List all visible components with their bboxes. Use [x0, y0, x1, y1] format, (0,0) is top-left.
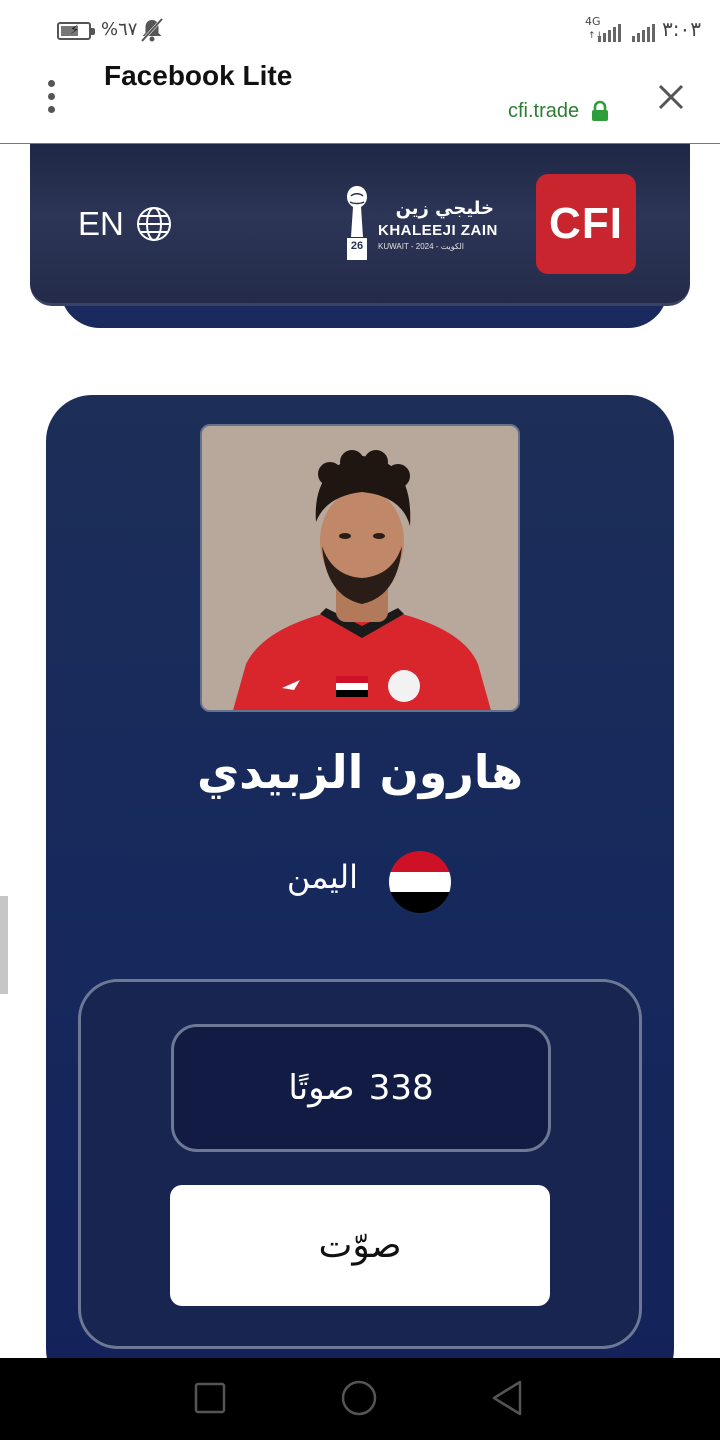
- signal-icon: [632, 22, 655, 42]
- home-icon[interactable]: [337, 1376, 381, 1420]
- scroll-handle[interactable]: [0, 896, 8, 994]
- screen: ⚡ %٦٧ 4G ↑↓ ٣:٠٣ Facebook Lite cfi.trade: [0, 0, 720, 1440]
- player-photo-illustration: [202, 426, 518, 710]
- url-bar[interactable]: cfi.trade: [508, 98, 609, 124]
- signal-icon: [598, 22, 621, 42]
- status-bar: ⚡ %٦٧ 4G ↑↓ ٣:٠٣: [0, 0, 720, 60]
- lock-icon: [592, 100, 609, 121]
- cfi-logo[interactable]: CFI: [536, 174, 636, 274]
- khaleeji-subtitle: KUWAIT - 2024 - الكويت: [378, 242, 464, 251]
- browser-header: Facebook Lite cfi.trade: [0, 60, 720, 144]
- url-text: cfi.trade: [508, 99, 580, 122]
- menu-dots-icon[interactable]: [44, 80, 60, 114]
- khaleeji-english: KHALEEJI ZAIN: [378, 222, 498, 239]
- country-name: اليمن: [286, 858, 358, 896]
- vote-count-unit: صوتًا: [288, 1068, 355, 1108]
- vote-count-number: 338: [368, 1068, 434, 1108]
- recent-apps-icon[interactable]: [188, 1376, 232, 1420]
- cfi-logo-text: CFI: [549, 199, 623, 248]
- player-name: هارون الزبيدي: [197, 745, 523, 799]
- battery-percent: %٦٧: [101, 19, 138, 40]
- nav-bar: [0, 1358, 720, 1440]
- khaleeji-zain-logo: [347, 186, 367, 260]
- language-switch[interactable]: EN: [78, 202, 172, 246]
- app-title: Facebook Lite: [104, 60, 293, 91]
- language-label: EN: [78, 205, 124, 242]
- vote-panel: 338 صوتًا صوّت: [78, 979, 642, 1349]
- vote-button[interactable]: صوّت: [170, 1185, 550, 1306]
- player-photo: [200, 424, 520, 712]
- back-icon[interactable]: [486, 1376, 530, 1420]
- site-header: EN 26 خليجي زين KHALEEJI ZAIN KUWAIT - 2…: [30, 144, 690, 306]
- battery-charging-icon: ⚡: [57, 22, 95, 40]
- yemen-flag-icon: [388, 850, 452, 914]
- vote-count: 338 صوتًا: [171, 1024, 551, 1152]
- globe-icon: [136, 207, 171, 241]
- khaleeji-badge: 26: [350, 240, 364, 252]
- country-row: اليمن: [266, 850, 466, 914]
- player-card: هارون الزبيدي اليمن 338 صوتًا صوّت: [46, 395, 674, 1395]
- bell-off-icon: [140, 17, 164, 43]
- close-icon[interactable]: [654, 80, 688, 114]
- clock: ٣:٠٣: [662, 17, 701, 41]
- khaleeji-arabic: خليجي زين: [395, 198, 494, 219]
